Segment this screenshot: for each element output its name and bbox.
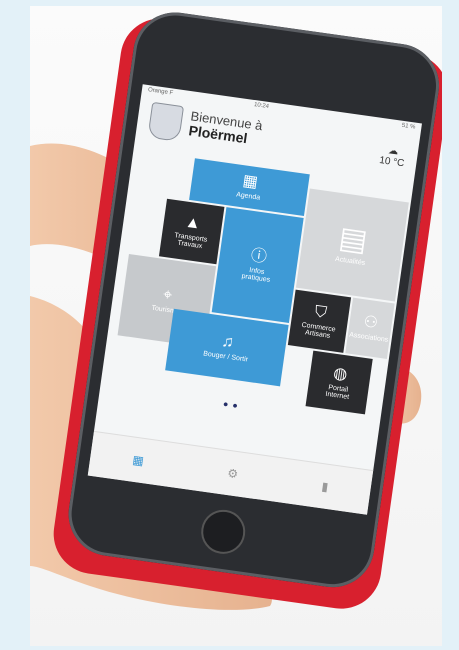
tile-pratiques-label: pratiques (241, 272, 271, 284)
tile-infos[interactable]: ⓘ Infos pratiques (211, 207, 304, 323)
tile-transports[interactable]: ▲ Transports Travaux (158, 198, 225, 265)
people-icon: ⚇ (362, 313, 380, 333)
app-screen: Orange F 10:24 51 % Bienvenue à Ploërmel… (87, 84, 422, 515)
book-icon[interactable]: ▮ (321, 479, 329, 494)
temperature: 10 °C (378, 155, 405, 170)
carrier-label: Orange F (147, 87, 174, 97)
info-icon: ⓘ (249, 246, 269, 266)
photo-frame: Orange F 10:24 51 % Bienvenue à Ploërmel… (30, 6, 442, 646)
tile-portail[interactable]: ◍ Portail Internet (305, 350, 373, 415)
phone: Orange F 10:24 51 % Bienvenue à Ploërmel… (48, 7, 442, 614)
document-icon: ▤ (336, 221, 370, 258)
tile-actualites[interactable]: ▤ Actualités (295, 188, 409, 302)
tile-bouger-label: Bouger / Sortir (202, 350, 249, 364)
welcome-header: Bienvenue à Ploërmel (188, 108, 264, 148)
map-icon: ⌖ (161, 286, 174, 305)
music-icon: ♫ (220, 332, 235, 352)
grid-icon[interactable]: ▦ (132, 453, 145, 468)
tile-agenda-label: Agenda (235, 191, 261, 202)
tile-associations-label: Associations (348, 331, 389, 344)
status-time: 10:24 (253, 102, 270, 111)
page-indicator[interactable]: ●● (222, 399, 242, 412)
battery-level: 51 % (401, 122, 416, 131)
road-icon: ▲ (183, 213, 202, 233)
city-crest-logo (147, 101, 185, 142)
weather-widget[interactable]: ☁ 10 °C (379, 144, 407, 169)
settings-icon[interactable]: ⚙ (226, 466, 239, 481)
tile-associations[interactable]: ⚇ Associations (345, 297, 395, 359)
calendar-icon: ▦ (241, 172, 259, 192)
bag-icon: ⛉ (313, 303, 328, 322)
globe-icon: ◍ (332, 364, 349, 384)
tile-commerce[interactable]: ⛉ Commerce Artisans (287, 289, 352, 353)
